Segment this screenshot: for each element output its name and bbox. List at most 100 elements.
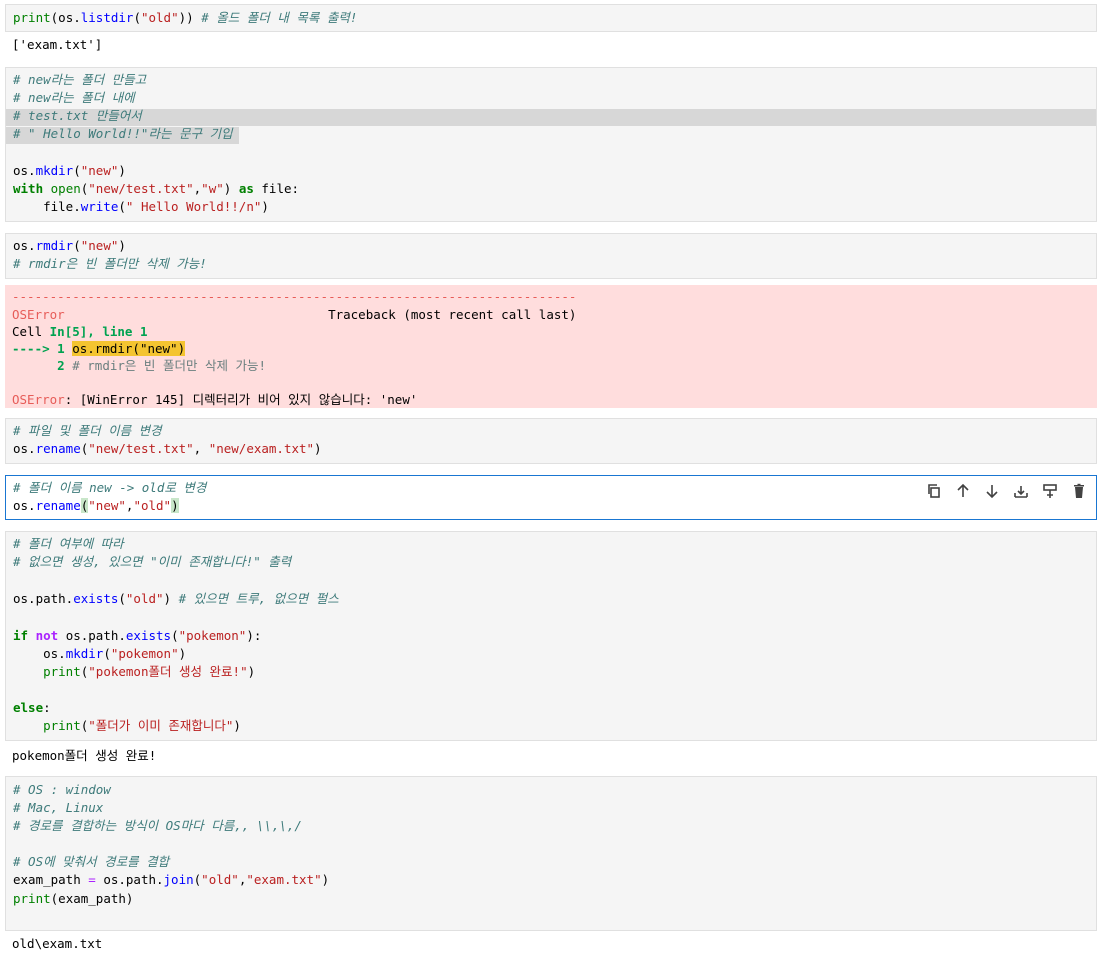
token: os.	[13, 646, 66, 661]
token: )	[247, 664, 256, 679]
error-highlight: os.rmdir("new")	[72, 341, 186, 356]
code-line[interactable]: os.rmdir("new")	[13, 237, 126, 255]
traceback-line: ----> 1 os.rmdir("new")	[12, 340, 186, 358]
comment-line: # OS에 맞춰서 경로를 결합	[13, 854, 170, 869]
token: os.	[13, 238, 36, 253]
token: "new/test.txt"	[88, 181, 194, 196]
token: exists	[125, 628, 172, 643]
code-line[interactable]: print("폴더가 이미 존재합니다")	[13, 717, 241, 735]
token: os.path.	[58, 628, 126, 643]
token: ))	[178, 10, 202, 25]
code-line[interactable]: os.mkdir("new")	[13, 162, 126, 180]
code-line[interactable]: with open("new/test.txt","w") as file:	[13, 180, 299, 198]
traceback-header: OSError Traceback (most recent call last…	[12, 306, 576, 324]
code-line[interactable]: print(exam_path)	[13, 890, 133, 908]
token: "new/test.txt"	[88, 441, 194, 456]
token: "pokemon"	[110, 646, 179, 661]
token: file.	[13, 199, 81, 214]
code-cell-2[interactable]: # new라는 폴더 만들고 # new라는 폴더 내에 # test.txt …	[5, 67, 1097, 222]
code-line[interactable]: else:	[13, 699, 51, 717]
token: "old"	[140, 10, 179, 25]
duplicate-icon[interactable]	[924, 481, 943, 500]
comment-line: # 파일 및 폴더 이름 변경	[13, 423, 162, 438]
token: "pokemon폴더 생성 완료!"	[88, 664, 248, 679]
token: print	[13, 891, 51, 906]
token: # rmdir은 빈 폴더만 삭제 가능!	[72, 358, 267, 373]
token: "exam.txt"	[246, 872, 322, 887]
output-1: ['exam.txt']	[12, 37, 103, 52]
code-line[interactable]: os.path.exists("old") # 있으면 트루, 없으면 펄스	[13, 590, 339, 608]
comment-line: # rmdir은 빈 폴더만 삭제 가능!	[13, 256, 207, 271]
code-line[interactable]: os.mkdir("pokemon")	[13, 645, 186, 663]
token: (	[103, 646, 111, 661]
traceback-cell: Cell In[5], line 1	[12, 323, 147, 341]
code-line[interactable]: if not os.path.exists("pokemon"):	[13, 627, 261, 645]
token: os.	[13, 441, 36, 456]
insert-below-icon[interactable]	[1011, 481, 1030, 500]
comment-line: # new라는 폴더 만들고	[13, 72, 147, 87]
insert-above-icon[interactable]	[1040, 481, 1059, 500]
token: os.	[13, 498, 36, 513]
move-down-icon[interactable]	[982, 481, 1001, 500]
comment-line: # OS : window	[13, 782, 111, 797]
code-line[interactable]: file.write(" Hello World!!/n")	[13, 198, 269, 216]
output-6: pokemon폴더 생성 완료!	[12, 748, 157, 763]
error-message: OSError: [WinError 145] 디렉터리가 비어 있지 않습니다…	[12, 391, 417, 409]
code-cell-3[interactable]: os.rmdir("new") # rmdir은 빈 폴더만 삭제 가능!	[5, 233, 1097, 279]
token: (	[118, 199, 126, 214]
code-line[interactable]: exam_path = os.path.join("old","exam.txt…	[13, 871, 329, 889]
traceback-label: Traceback (most recent call last)	[64, 307, 577, 322]
token: ,	[193, 441, 209, 456]
token: not	[35, 628, 59, 643]
token: OSError	[12, 392, 65, 407]
token: exam_path	[13, 872, 89, 887]
code-cell-4[interactable]: # 파일 및 폴더 이름 변경 os.rename("new/test.txt"…	[5, 418, 1097, 464]
code-line[interactable]: os.rename("new","old")	[13, 497, 179, 515]
token: mkdir	[65, 646, 104, 661]
move-up-icon[interactable]	[953, 481, 972, 500]
comment: # 있으면 트루, 없으면 펄스	[178, 591, 339, 606]
delete-icon[interactable]	[1069, 481, 1088, 500]
cell-toolbar	[924, 481, 1088, 500]
code-cell-1[interactable]: print(os.listdir("old")) # 올드 폴더 내 목록 출력…	[5, 4, 1097, 32]
comment-line: # Mac, Linux	[13, 800, 104, 815]
token: print	[43, 718, 81, 733]
token: ):	[246, 628, 262, 643]
code-line[interactable]: os.rename("new/test.txt", "new/exam.txt"…	[13, 440, 322, 458]
comment: # 올드 폴더 내 목록 출력!	[201, 10, 358, 25]
token: ----> 1	[12, 341, 73, 356]
token: )	[261, 199, 269, 214]
token: os.path.	[13, 591, 74, 606]
code-cell-7[interactable]: # OS : window # Mac, Linux # 경로를 결합하는 방식…	[5, 776, 1097, 931]
token: "old"	[201, 872, 239, 887]
token: join	[163, 872, 194, 887]
token: (os.	[50, 10, 81, 25]
comment-line: # 폴더 이름 new -> old로 변경	[13, 480, 207, 495]
code-line[interactable]: print("pokemon폴더 생성 완료!")	[13, 663, 255, 681]
output-7: old\exam.txt	[12, 936, 103, 951]
token: : [WinError 145] 디렉터리가 비어 있지 않습니다: 'new'	[64, 392, 418, 407]
code-cell-5-active[interactable]: # 폴더 이름 new -> old로 변경 os.rename("new","…	[5, 475, 1097, 520]
token: (	[171, 628, 179, 643]
comment-line: # " Hello World!!"라는 문구 기입	[13, 126, 233, 141]
token: )	[178, 646, 187, 661]
token: Cell	[12, 324, 50, 339]
token: (	[118, 591, 126, 606]
token: rmdir	[35, 238, 74, 253]
token: "pokemon"	[178, 628, 247, 643]
token: (	[73, 163, 81, 178]
code-line[interactable]: print(os.listdir("old")) # 올드 폴더 내 목록 출력…	[13, 9, 357, 27]
comment-line: # 없으면 생성, 있으면 "이미 존재합니다!" 출력	[13, 554, 292, 569]
code-cell-6[interactable]: # 폴더 여부에 따라 # 없으면 생성, 있으면 "이미 존재합니다!" 출력…	[5, 531, 1097, 741]
token: write	[80, 199, 119, 214]
token: if	[13, 628, 29, 643]
token: listdir	[80, 10, 134, 25]
token: "new"	[80, 238, 119, 253]
token: as	[238, 181, 254, 196]
token: )	[118, 163, 126, 178]
token: os.path.	[95, 872, 164, 887]
token: )	[314, 441, 322, 456]
